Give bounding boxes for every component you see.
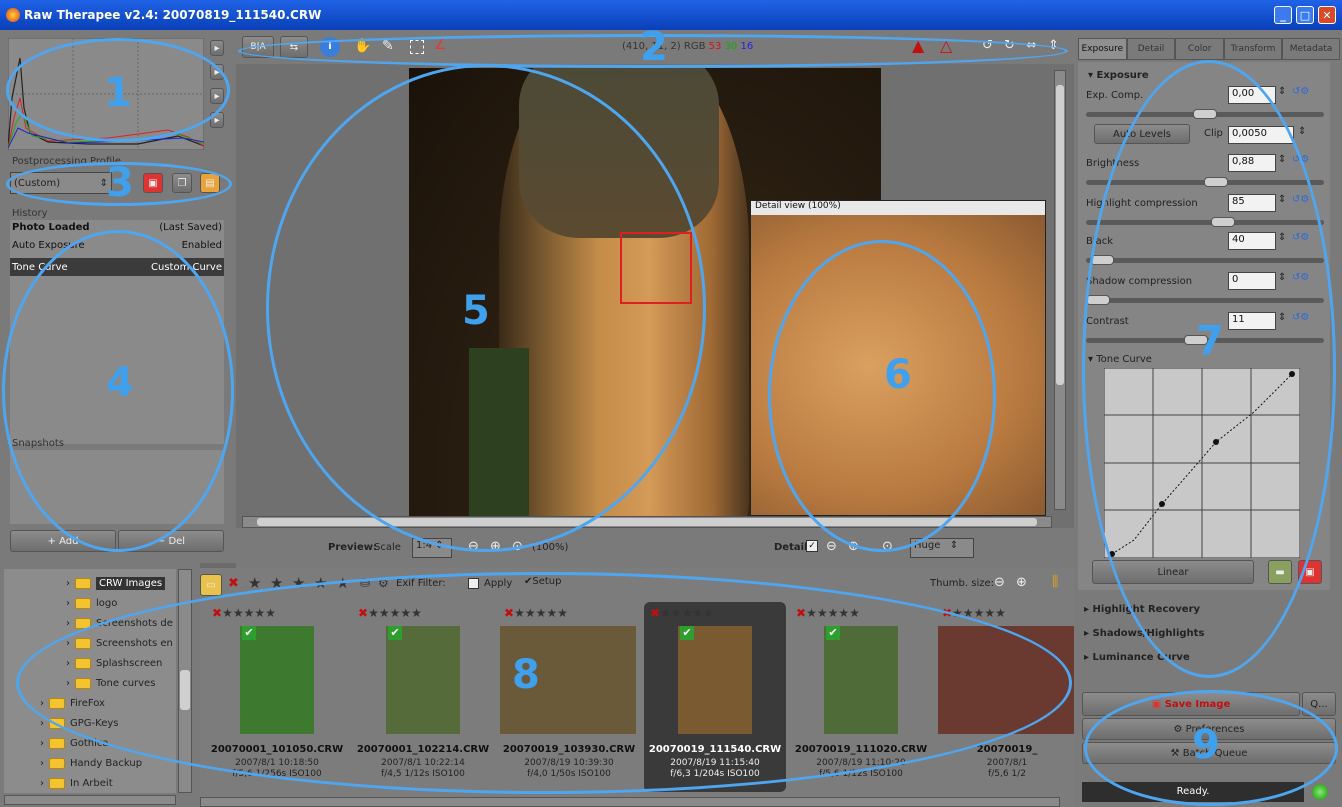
- filmstrip-icon[interactable]: ⫼: [1052, 574, 1058, 590]
- trash-filter-icon[interactable]: ✖: [228, 576, 239, 591]
- preview-controls: Preview: Scale 1:4 ⇕ ⊖ ⊕ ⊙ (100%) Detail…: [236, 528, 1074, 568]
- annotation-number: 4: [106, 360, 134, 406]
- annotation-number: 2: [640, 24, 668, 70]
- thumb-size-label: Thumb. size:: [930, 578, 994, 589]
- annotation-number: 3: [106, 160, 134, 206]
- tree-folder[interactable]: › CRW Images: [4, 573, 176, 593]
- clip-spin-icon[interactable]: ⇕: [1298, 126, 1306, 137]
- tab-exposure[interactable]: Exposure: [1078, 38, 1127, 60]
- file-browser-scrollbar[interactable]: [200, 797, 1060, 807]
- chevron-right-icon[interactable]: ›: [40, 758, 44, 769]
- chevron-right-icon[interactable]: ›: [66, 598, 70, 609]
- tool-tabs: Exposure Detail Color Transform Metadata: [1078, 38, 1341, 60]
- scale-label: Scale: [374, 542, 401, 553]
- window-titlebar: Raw Therapee v2.4: 20070819_111540.CRW _…: [0, 0, 1342, 30]
- chevron-right-icon[interactable]: ›: [40, 738, 44, 749]
- preview-label: Preview:: [328, 542, 378, 553]
- folder-label: Handy Backup: [70, 757, 143, 769]
- open-folder-icon[interactable]: ▭: [200, 574, 222, 596]
- histogram-red-toggle[interactable]: ▸: [210, 40, 224, 56]
- tab-detail[interactable]: Detail: [1126, 38, 1176, 60]
- detail-label: Detail: [774, 542, 808, 553]
- annotation-ellipse: [768, 240, 996, 552]
- chevron-right-icon[interactable]: ›: [66, 578, 70, 589]
- maximize-button[interactable]: □: [1296, 6, 1314, 24]
- chevron-right-icon[interactable]: ›: [66, 618, 70, 629]
- chevron-right-icon[interactable]: ›: [40, 718, 44, 729]
- detail-zoom-out-icon[interactable]: ⊖: [826, 539, 837, 554]
- history-label: History: [12, 208, 48, 219]
- detail-checkbox[interactable]: ✓: [806, 540, 818, 552]
- folder-icon: [75, 597, 91, 609]
- thumb-larger-icon[interactable]: ⊕: [1016, 575, 1027, 590]
- reset-icon[interactable]: ↺⚙: [1292, 86, 1309, 97]
- folder-label: logo: [96, 597, 118, 609]
- annotation-number: 9: [1192, 722, 1220, 768]
- exposure-header[interactable]: ▾ Exposure: [1088, 70, 1149, 81]
- tab-color[interactable]: Color: [1175, 38, 1225, 60]
- minimize-button[interactable]: _: [1274, 6, 1292, 24]
- tree-h-scrollbar[interactable]: [4, 795, 176, 805]
- annotation-number: 6: [884, 352, 912, 398]
- close-button[interactable]: ✕: [1318, 6, 1336, 24]
- plus-icon: +: [47, 535, 60, 547]
- chevron-right-icon[interactable]: ›: [40, 778, 44, 789]
- preview-vertical-scrollbar[interactable]: [1054, 70, 1066, 510]
- spin-icon[interactable]: ⇕: [1278, 86, 1286, 97]
- folder-label: In Arbeit: [70, 777, 113, 789]
- folder-icon: [49, 777, 65, 789]
- folder-icon: [75, 577, 91, 589]
- annotation-number: 1: [104, 70, 132, 116]
- annotation-number: 5: [462, 288, 490, 334]
- annotation-number: 8: [512, 652, 540, 698]
- folder-icon: [49, 737, 65, 749]
- folder-icon: [49, 757, 65, 769]
- thumbnail-date: 2007/8/1: [986, 758, 1028, 768]
- window-title: Raw Therapee v2.4: 20070819_111540.CRW: [24, 8, 322, 22]
- folder-label: CRW Images: [96, 576, 166, 590]
- annotation-number: 7: [1196, 318, 1224, 364]
- annotation-ellipse: [16, 572, 1072, 794]
- status-ready-icon: [1312, 784, 1328, 800]
- detail-view-title: Detail view (100%): [751, 201, 1045, 215]
- tree-folder[interactable]: › In Arbeit: [4, 773, 176, 793]
- thumbnail-exif: f/5,6 1/2: [988, 769, 1026, 779]
- annotation-ellipse: [1082, 60, 1336, 678]
- tab-metadata[interactable]: Metadata: [1282, 38, 1341, 60]
- thumb-smaller-icon[interactable]: ⊖: [994, 575, 1005, 590]
- app-icon: [6, 8, 20, 22]
- exp-comp-label: Exp. Comp.: [1086, 90, 1144, 101]
- tab-transform[interactable]: Transform: [1224, 38, 1283, 60]
